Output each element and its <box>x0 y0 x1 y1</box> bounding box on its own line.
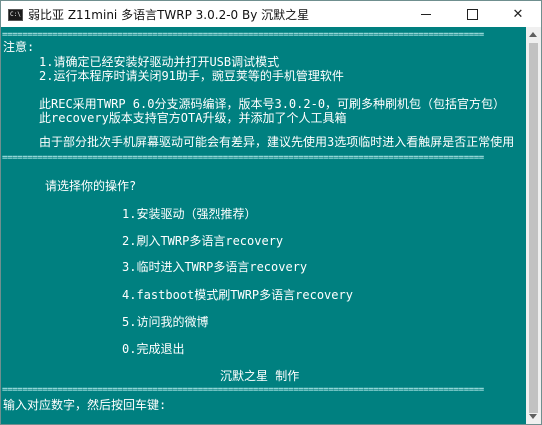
menu-item-4: 4.fastboot模式刷TWRP多语言recovery <box>122 288 353 302</box>
menu-item-1: 1.安装驱动（强烈推荐） <box>122 207 257 221</box>
vertical-scrollbar[interactable] <box>526 27 541 424</box>
close-button[interactable]: ✕ <box>495 1 541 27</box>
maximize-icon <box>466 8 478 20</box>
credit-line: 沉默之星 制作 <box>220 369 300 383</box>
scrollbar-thumb[interactable] <box>529 43 538 413</box>
input-prompt[interactable]: 输入对应数字，然后按回车键: <box>3 398 166 412</box>
console-window: C:\ 弱比亚 Z11mini 多语言TWRP 3.0.2-0 By 沉默之星 … <box>0 0 542 425</box>
note-line-2: 2.运行本程序时请关闭91助手，豌豆荚等的手机管理软件 <box>39 69 344 83</box>
info-line-1: 此REC采用TWRP 6.0分支源码编译，版本号3.0.2-0，可刷多种刷机包（… <box>39 97 506 111</box>
menu-item-0: 0.完成退出 <box>122 342 185 356</box>
maximize-button[interactable] <box>449 1 495 27</box>
scroll-down-icon[interactable] <box>529 414 537 419</box>
info-line-2: 此recovery版本支持官方OTA升级，并添加了个人工具箱 <box>39 111 347 125</box>
scroll-up-icon[interactable] <box>529 32 537 37</box>
menu-item-5: 5.访问我的微博 <box>122 315 209 329</box>
separator-bottom: ========================================… <box>2 385 484 395</box>
window-title: 弱比亚 Z11mini 多语言TWRP 3.0.2-0 By 沉默之星 <box>28 8 310 22</box>
menu-prompt: 请选择你的操作? <box>45 179 137 193</box>
cmd-icon: C:\ <box>8 9 23 21</box>
minimize-icon <box>421 13 431 15</box>
close-icon: ✕ <box>512 6 524 22</box>
cmd-icon-text: C:\ <box>10 11 21 18</box>
warning-line: 由于部分批次手机屏幕驱动可能会有差异，建议先使用3选项临时进入看触屏是否正常使用 <box>39 135 515 149</box>
separator-middle: ========================================… <box>2 153 484 163</box>
minimize-button[interactable] <box>403 1 449 27</box>
menu-item-3: 3.临时进入TWRP多语言recovery <box>122 260 308 274</box>
console-output[interactable]: ========================================… <box>1 27 526 424</box>
note-line-1: 1.请确定已经安装好驱动并打开USB调试模式 <box>39 55 280 69</box>
separator-top: ========================================… <box>2 30 484 40</box>
title-bar[interactable]: C:\ 弱比亚 Z11mini 多语言TWRP 3.0.2-0 By 沉默之星 … <box>1 1 541 27</box>
note-label: 注意: <box>3 40 35 54</box>
menu-item-2: 2.刷入TWRP多语言recovery <box>122 234 284 248</box>
